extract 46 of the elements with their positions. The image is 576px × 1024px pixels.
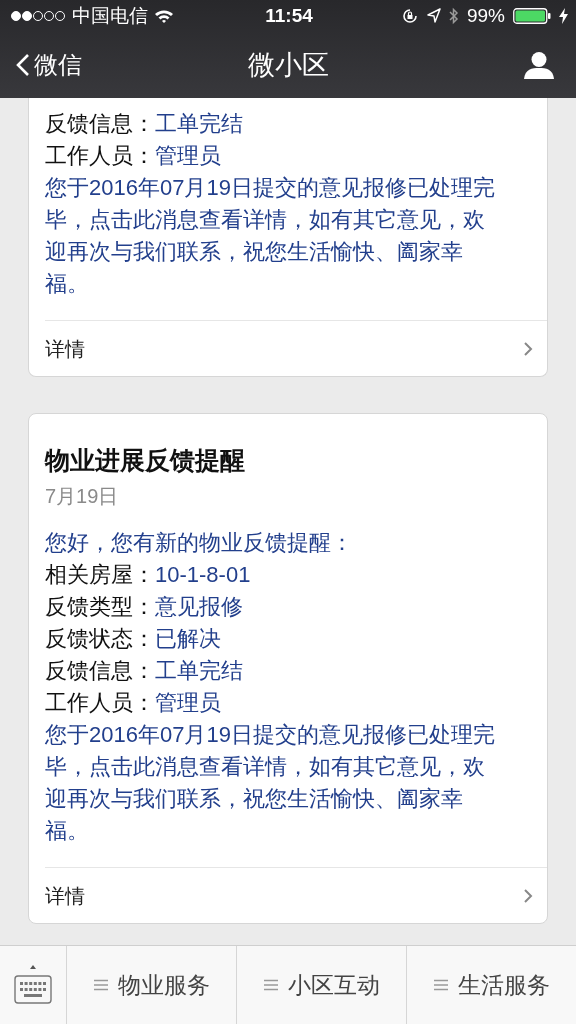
card-title: 物业进展反馈提醒 xyxy=(45,445,246,476)
bluetooth-icon xyxy=(448,7,459,25)
message-card[interactable]: 反馈信息：工单完结 工作人员：管理员 您于2016年07月19日提交的意见报修已处理完毕，点击此消息查看详情，如有其它意见，欢迎再次与我们联系，祝您生活愉快、阖家幸福。 详情 xyxy=(28,98,548,377)
charging-icon xyxy=(559,8,568,24)
message-text: 您于2016年07月19日提交的意见报修已处理完毕，点击此消息查看详情，如有其它意见，欢迎再次与我们联系，祝您生活愉快、阖家幸福。 xyxy=(45,721,496,845)
clock-time: 11:54 xyxy=(265,5,313,27)
menu-icon xyxy=(263,979,278,991)
menu-tab[interactable]: 生活服务 xyxy=(407,946,576,1024)
back-button[interactable]: 微信 xyxy=(16,49,82,81)
field-label: 反馈信息： xyxy=(45,658,155,683)
card-date: 7月19日 xyxy=(45,484,120,509)
field-label: 工作人员： xyxy=(45,143,155,168)
back-icon xyxy=(16,53,30,77)
greeting-text: 您好，您有新的物业反馈提醒： xyxy=(45,529,354,557)
field-value: 10-1-8-01 xyxy=(155,562,251,587)
menu-icon xyxy=(93,979,108,991)
field-value: 工单完结 xyxy=(155,111,243,136)
battery-percent: 99% xyxy=(466,5,505,27)
details-link[interactable]: 详情 xyxy=(45,320,547,376)
details-link[interactable]: 详情 xyxy=(45,867,547,923)
field-value: 管理员 xyxy=(155,690,221,715)
battery-icon xyxy=(513,8,551,24)
field-label: 工作人员： xyxy=(45,690,155,715)
keyboard-icon xyxy=(13,963,53,1007)
message-card[interactable]: 物业进展反馈提醒 7月19日 您好，您有新的物业反馈提醒： 相关房屋：10-1-8-01 反馈类型：意见报修 反馈状态：已解决 反馈信息：工单完结 工作人员：管理员 您于2016年07月19日提交的意见报修已处理完毕，点击此消息查看详情，如有其它意见，欢迎再次与我们联系，祝您生活愉快、阖家幸福。 详情 xyxy=(28,413,548,924)
message-text: 您于2016年07月19日提交的意见报修已处理完毕，点击此消息查看详情，如有其它意见，欢迎再次与我们联系，祝您生活愉快、阖家幸福。 xyxy=(45,174,496,298)
field-value: 意见报修 xyxy=(155,594,243,619)
menu-icon xyxy=(433,979,448,991)
signal-icon xyxy=(10,10,66,22)
field-value: 管理员 xyxy=(155,143,221,168)
profile-icon[interactable] xyxy=(524,51,554,79)
rotation-lock-icon xyxy=(400,7,419,25)
carrier-name: 中国电信 xyxy=(72,4,148,28)
field-label: 反馈状态： xyxy=(45,626,155,651)
wifi-icon xyxy=(154,8,174,24)
field-value: 已解决 xyxy=(155,626,221,651)
menu-tab[interactable]: 小区互动 xyxy=(237,946,407,1024)
field-value: 工单完结 xyxy=(155,658,243,683)
chevron-icon xyxy=(523,340,533,357)
location-icon xyxy=(426,8,441,24)
menu-tab[interactable]: 物业服务 xyxy=(67,946,237,1024)
field-label: 反馈信息： xyxy=(45,111,155,136)
page-title: 微小区 xyxy=(247,49,329,82)
field-label: 相关房屋： xyxy=(45,562,155,587)
field-label: 反馈类型： xyxy=(45,594,155,619)
chevron-icon xyxy=(523,887,533,904)
